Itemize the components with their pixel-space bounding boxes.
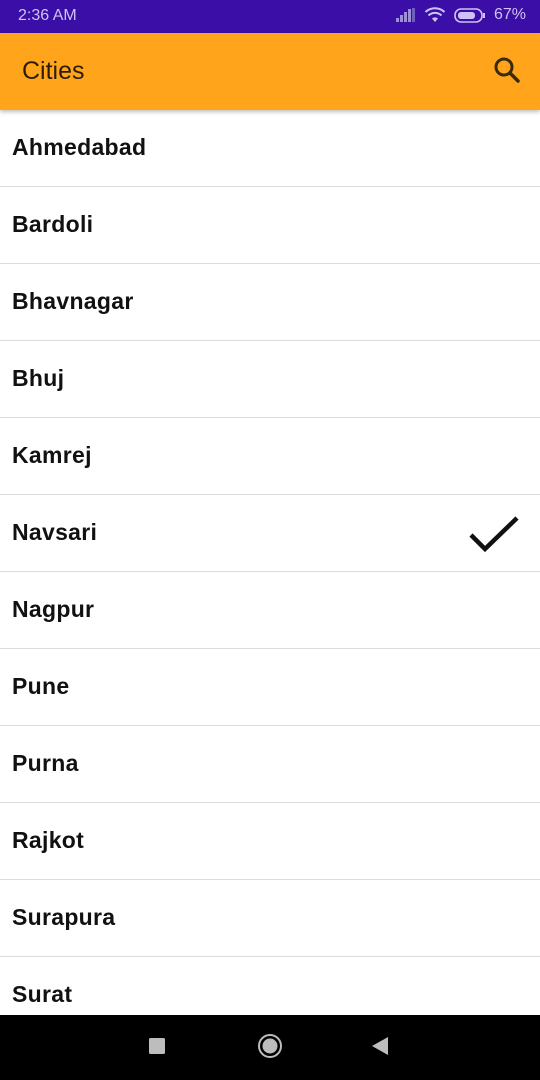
- city-label: Kamrej: [12, 442, 92, 468]
- list-item[interactable]: Surat: [0, 957, 540, 1015]
- list-item[interactable]: Rajkot: [0, 803, 540, 880]
- city-label: Bardoli: [12, 211, 94, 237]
- city-list[interactable]: Ahmedabad Bardoli Bhavnagar Bhuj Kamrej …: [0, 110, 540, 1015]
- recents-icon[interactable]: [148, 1037, 166, 1060]
- list-item[interactable]: Bhuj: [0, 341, 540, 418]
- recents-button[interactable]: [142, 1033, 172, 1063]
- city-label: Bhuj: [12, 365, 65, 391]
- search-icon[interactable]: [493, 56, 521, 89]
- city-label: Pune: [12, 673, 70, 699]
- page-title: Cities: [22, 57, 85, 85]
- list-item[interactable]: Purna: [0, 726, 540, 803]
- search-button[interactable]: [490, 55, 524, 89]
- signal-icon: [395, 8, 416, 22]
- home-icon[interactable]: [257, 1033, 283, 1064]
- city-label: Surat: [12, 981, 73, 1007]
- screen: 2:36 AM 67% Cities Ahmedabad Bardoli Bha…: [0, 0, 540, 1080]
- home-button[interactable]: [255, 1033, 285, 1063]
- city-label: Ahmedabad: [12, 134, 147, 160]
- list-item[interactable]: Nagpur: [0, 572, 540, 649]
- list-item[interactable]: Surapura: [0, 880, 540, 957]
- list-item[interactable]: Bardoli: [0, 187, 540, 264]
- city-label: Navsari: [12, 519, 98, 545]
- city-label: Surapura: [12, 904, 116, 930]
- checkmark-icon: [468, 515, 520, 553]
- status-bar: 2:36 AM 67%: [0, 0, 540, 33]
- list-item[interactable]: Kamrej: [0, 418, 540, 495]
- battery-icon: [454, 7, 486, 23]
- app-bar: Cities: [0, 33, 540, 110]
- wifi-icon: [424, 7, 446, 23]
- back-icon[interactable]: [371, 1036, 389, 1061]
- list-item[interactable]: Ahmedabad: [0, 110, 540, 187]
- city-label: Nagpur: [12, 596, 95, 622]
- list-item[interactable]: Pune: [0, 649, 540, 726]
- city-label: Bhavnagar: [12, 288, 134, 314]
- list-item[interactable]: Bhavnagar: [0, 264, 540, 341]
- back-button[interactable]: [365, 1033, 395, 1063]
- city-label: Purna: [12, 750, 79, 776]
- battery-percent: 67%: [493, 6, 526, 23]
- navigation-bar: [0, 1015, 540, 1080]
- status-icons: 67%: [395, 6, 526, 24]
- city-label: Rajkot: [12, 827, 85, 853]
- status-time: 2:36 AM: [18, 7, 77, 24]
- list-item-selected[interactable]: Navsari: [0, 495, 540, 572]
